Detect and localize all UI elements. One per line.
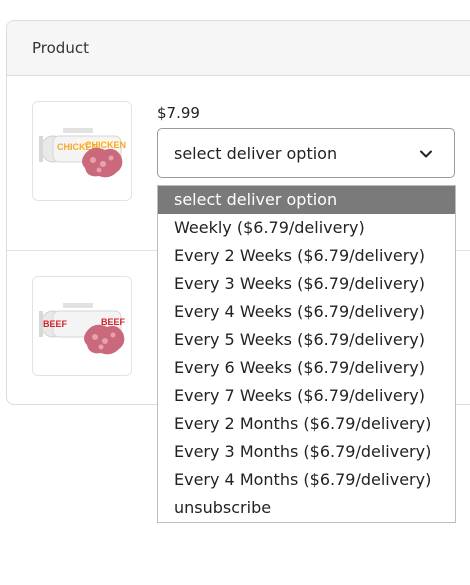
dropdown-option[interactable]: Every 2 Weeks ($6.79/delivery) [158,242,455,270]
chevron-down-icon [420,150,432,158]
dropdown-option[interactable]: Weekly ($6.79/delivery) [158,214,455,242]
roll-label-text: BEEF [43,319,68,329]
table-header: Product [7,21,470,76]
delivery-options-dropdown[interactable]: select deliver option Weekly ($6.79/deli… [157,185,456,523]
dropdown-option[interactable]: unsubscribe [158,494,455,522]
dropdown-option[interactable]: Every 7 Weeks ($6.79/delivery) [158,382,455,410]
product-thumbnail[interactable]: BEEF BEEF [32,276,132,376]
select-current-value: select deliver option [174,143,338,163]
dropdown-option[interactable]: Every 6 Weeks ($6.79/delivery) [158,354,455,382]
beef-roll-image: BEEF BEEF [39,303,126,355]
dropdown-option[interactable]: Every 4 Months ($6.79/delivery) [158,466,455,494]
roll-label-text: BEEF [101,317,126,327]
dropdown-option[interactable]: select deliver option [158,186,455,214]
dropdown-option[interactable]: Every 3 Months ($6.79/delivery) [158,438,455,466]
dropdown-option[interactable]: Every 3 Weeks ($6.79/delivery) [158,270,455,298]
dropdown-option[interactable]: Every 2 Months ($6.79/delivery) [158,410,455,438]
column-header-product: Product [32,39,89,57]
roll-label-text: CHICKEN [85,140,126,150]
product-thumbnail[interactable]: CHICKEN CHICKEN [32,101,132,201]
delivery-frequency-select[interactable]: select deliver option [157,128,455,178]
chicken-roll-image: CHICKEN CHICKEN [39,128,126,178]
dropdown-option[interactable]: Every 4 Weeks ($6.79/delivery) [158,298,455,326]
product-price: $7.99 [157,104,200,122]
dropdown-option[interactable]: Every 5 Weeks ($6.79/delivery) [158,326,455,354]
